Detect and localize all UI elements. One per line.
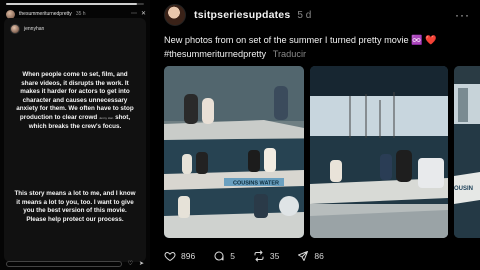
infinity-emoji: ♾️ <box>411 35 423 45</box>
post-header: tsitpseriesupdates 5 d ··· <box>164 4 470 26</box>
story-progress-fill <box>6 3 138 5</box>
share-action[interactable]: 86 <box>297 250 324 262</box>
boat-label-1: COUSINS WATER <box>233 181 279 187</box>
share-icon <box>298 251 309 261</box>
photo-2-graphic <box>310 66 448 238</box>
hashtag-link[interactable]: #thesummeriturnedpretty <box>164 49 266 59</box>
repost-count: 35 <box>269 251 280 261</box>
story-username: thesummeriturnedpretty <box>19 11 72 17</box>
story-card: jennyhan When people come to set, film, … <box>4 18 146 262</box>
story-card-header: jennyhan <box>10 24 44 34</box>
repost-action[interactable]: 35 <box>253 250 279 262</box>
post-photo-2[interactable] <box>310 66 448 238</box>
reply-action[interactable]: 5 <box>213 250 235 262</box>
thread-post: tsitpseriesupdates 5 d ··· New photos fr… <box>150 0 480 270</box>
post-username[interactable]: tsitpseriesupdates <box>194 9 290 21</box>
story-tiny-label: Jenny Han <box>98 115 114 120</box>
more-dots-icon[interactable]: ⋯ <box>131 11 137 17</box>
story-progress-bar <box>6 3 144 5</box>
more-horizontal-icon[interactable]: ··· <box>455 9 470 21</box>
post-avatar[interactable] <box>164 4 186 26</box>
heart-outline-icon[interactable]: ♡ <box>128 261 133 267</box>
story-reply-field[interactable] <box>6 261 122 267</box>
story-message-part1: When people come to set, film, and share… <box>16 71 134 131</box>
story-screenshot: thesummeriturnedpretty 35 h ⋯ ✕ jennyhan… <box>0 0 150 270</box>
heart-icon <box>164 251 176 262</box>
heart-emoji: ❤️ <box>425 35 437 45</box>
card-avatar <box>10 24 20 34</box>
story-top-icons: ⋯ ✕ <box>131 11 146 17</box>
post-time: 5 d <box>297 9 312 21</box>
boat-label-2: OUSIN <box>454 186 473 192</box>
like-count: 896 <box>181 251 196 261</box>
reply-count: 5 <box>230 251 235 261</box>
card-username: jennyhan <box>24 26 45 32</box>
photo-1-graphic: COUSINS WATER <box>164 66 304 238</box>
photo-3-graphic: OUSIN <box>454 66 480 238</box>
comment-icon <box>214 251 224 261</box>
repost-icon <box>254 250 264 262</box>
like-action[interactable]: 896 <box>164 250 195 262</box>
post-photo-1[interactable]: COUSINS WATER <box>164 66 304 238</box>
send-icon[interactable]: ➤ <box>139 261 144 267</box>
translate-link[interactable]: Traducir <box>273 49 306 59</box>
post-actions: 896 5 35 86 <box>164 248 324 264</box>
close-icon[interactable]: ✕ <box>141 11 146 17</box>
story-message-part2: This story means a lot to me, and I know… <box>14 190 136 223</box>
story-time: 35 h <box>75 11 86 17</box>
post-caption: New photos from on set of the summer I t… <box>164 34 476 61</box>
share-count: 86 <box>314 251 324 261</box>
post-photo-3[interactable]: OUSIN <box>454 66 480 238</box>
story-bottom-bar: ♡ ➤ <box>6 260 144 268</box>
caption-text: New photos from on set of the summer I t… <box>164 35 409 45</box>
